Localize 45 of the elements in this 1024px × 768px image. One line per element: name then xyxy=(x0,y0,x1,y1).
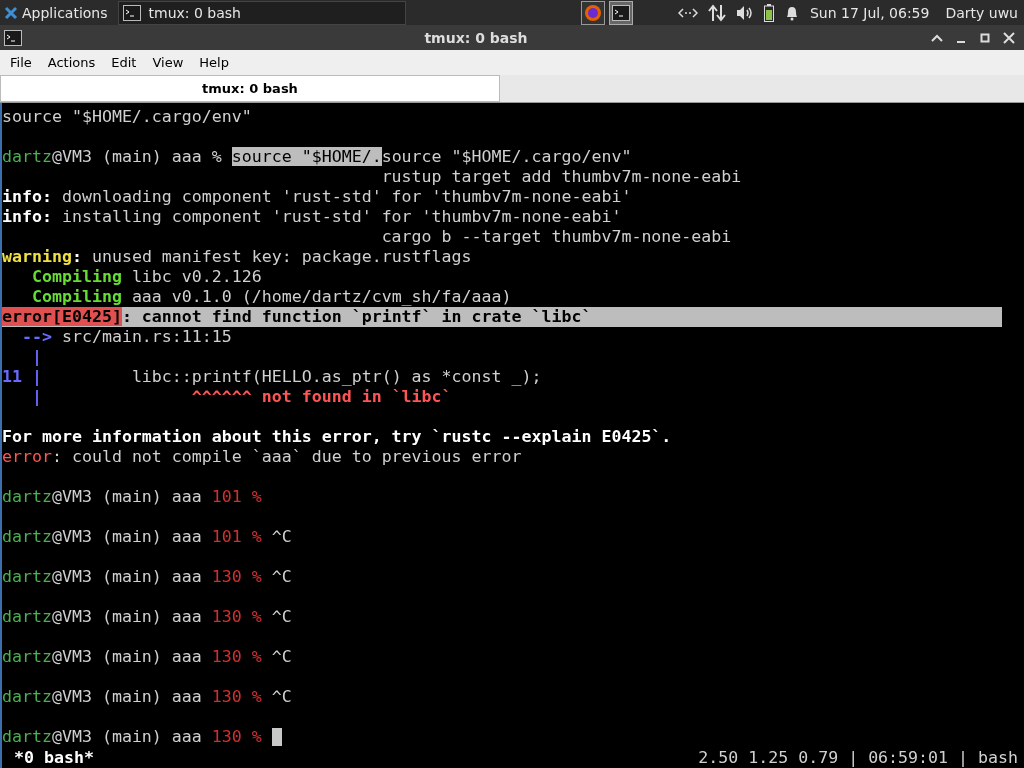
terminal-line: dartz@VM3 (main) aaa 130 % ^C xyxy=(2,607,292,627)
terminal-line: dartz@VM3 (main) aaa 130 % ^C xyxy=(2,687,292,707)
terminal-line: rustup target add thumbv7m-none-eabi xyxy=(380,167,742,187)
menu-item[interactable]: Actions xyxy=(39,55,104,70)
menu-item[interactable]: File xyxy=(2,55,40,70)
status-info: 2.50 1.25 0.79 | 06:59:01 | bash xyxy=(698,748,1018,768)
terminal-line: error: could not compile `aaa` due to previous error xyxy=(2,447,522,467)
terminal-line: info: downloading component 'rust-std' for 'thumbv7m-none-eabi' xyxy=(2,187,632,207)
terminal-line: Compiling aaa v0.1.0 (/home/dartz/cvm_sh/fa/aaa) xyxy=(30,287,512,307)
browser-icon[interactable] xyxy=(580,0,605,25)
menu-item[interactable]: Help xyxy=(191,55,237,70)
terminal-line: dartz@VM3 (main) aaa 101 % ^C xyxy=(2,527,292,547)
user-name[interactable]: Darty uwu xyxy=(945,4,1018,21)
terminal-line: dartz@VM3 (main) aaa 101 % xyxy=(2,487,262,507)
applications-menu[interactable]: Applications xyxy=(0,4,112,21)
window-title: tmux: 0 bash xyxy=(423,29,529,46)
x-logo-icon xyxy=(4,5,18,20)
menu-item[interactable]: Edit xyxy=(103,55,145,70)
terminal-line: dartz@VM3 (main) aaa 130 % ^C xyxy=(2,647,292,667)
terminal-line: dartz@VM3 (main) aaa % source "$HOME/.source "$HOME/.cargo/env" xyxy=(2,147,632,167)
terminal-line: --> src/main.rs:11:15 xyxy=(20,327,232,347)
volume-icon[interactable] xyxy=(735,4,754,21)
terminal-line: | xyxy=(30,347,42,367)
taskbar-button[interactable]: tmux: 0 bash xyxy=(117,0,406,25)
terminal-line: info: installing component 'rust-std' for 'thumbv7m-none-eabi' xyxy=(2,207,622,227)
terminal-line: For more information about this error, try `rustc --explain E0425`. xyxy=(2,427,672,447)
tab[interactable]: tmux: 0 bash xyxy=(0,75,500,102)
terminal-icon[interactable] xyxy=(608,0,633,25)
battery-icon[interactable] xyxy=(763,3,774,22)
transfer-arrows-icon[interactable] xyxy=(707,3,726,22)
terminal-line: Compiling libc v0.2.126 xyxy=(30,267,262,287)
window-list: *0 bash* xyxy=(14,748,94,768)
terminal-line: cargo b --target thumbv7m-none-eabi xyxy=(380,227,732,247)
terminal-icon xyxy=(4,29,22,46)
clock[interactable]: Sun 17 Jul, 06:59 xyxy=(809,4,930,21)
menu-item[interactable]: View xyxy=(144,55,192,70)
terminal-line: source "$HOME/.cargo/env" xyxy=(2,107,252,127)
terminal-line: warning: unused manifest key: package.rustflags xyxy=(2,247,472,267)
terminal-line: dartz@VM3 (main) aaa 130 % xyxy=(2,727,262,747)
terminal-line: 11 | libc::printf(HELLO.as_ptr() as *const _); xyxy=(2,367,542,387)
terminal-line: | ^^^^^^ not found in `libc` xyxy=(30,387,452,407)
terminal-line: dartz@VM3 (main) aaa 130 % ^C xyxy=(2,567,292,587)
network-icon[interactable] xyxy=(677,5,698,20)
terminal-icon xyxy=(122,4,141,21)
close-icon[interactable] xyxy=(1002,30,1016,45)
